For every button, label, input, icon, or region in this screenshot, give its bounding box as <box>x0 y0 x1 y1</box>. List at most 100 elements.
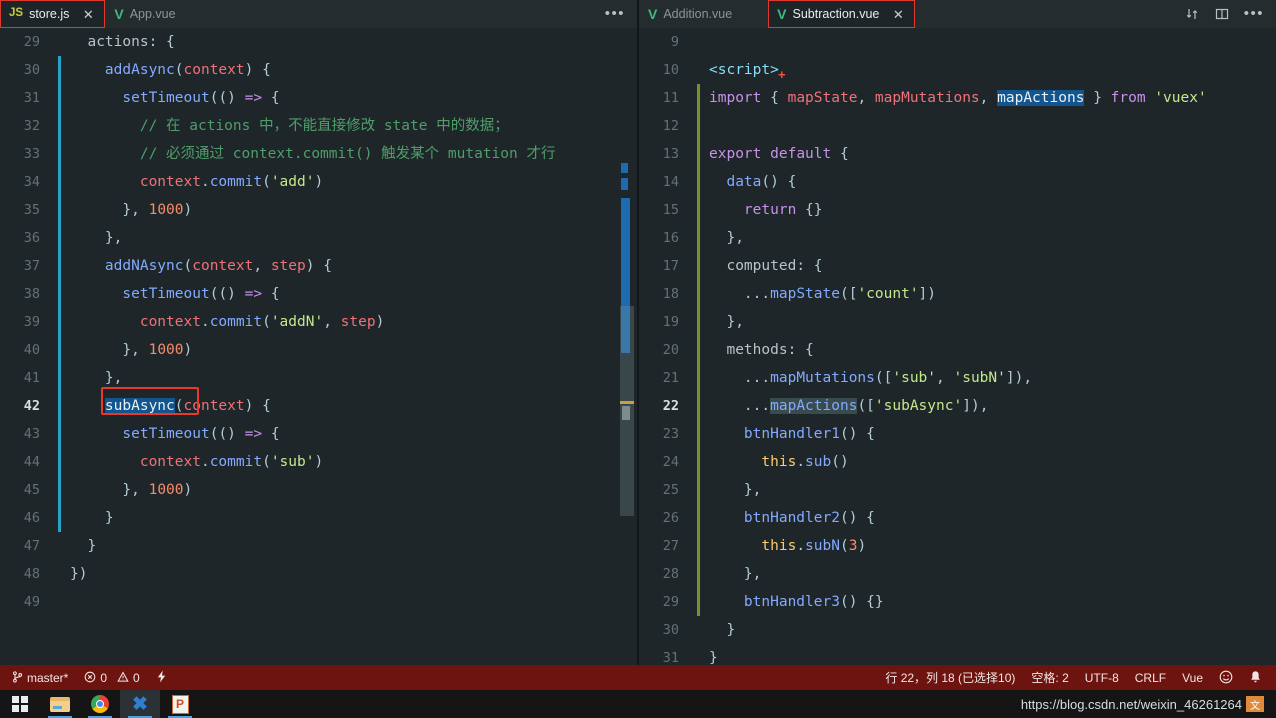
line-number: 34 <box>23 174 40 190</box>
code-line: 16 }, <box>639 224 1276 252</box>
vue-file-icon: V <box>114 6 124 22</box>
split-editor-icon[interactable] <box>1214 6 1230 22</box>
code-text: }, <box>104 370 123 386</box>
code-text: addAsync(context) { <box>104 62 271 78</box>
line-number: 9 <box>670 34 679 50</box>
powerpoint-button[interactable]: P <box>160 690 200 718</box>
left-editor-tabbar: JS store.js ✕ V App.vue ✕ ••• <box>0 0 637 28</box>
line-number: 25 <box>662 482 679 498</box>
tab-label: Addition.vue <box>663 7 733 21</box>
line-number: 45 <box>23 482 40 498</box>
tab-store-js[interactable]: JS store.js ✕ <box>0 0 106 28</box>
status-indentation[interactable]: 空格: 2 <box>1023 665 1076 690</box>
code-text: }, <box>743 482 762 498</box>
code-text: ...mapActions(['subAsync']), <box>743 398 989 414</box>
line-number: 10 <box>662 62 679 78</box>
chrome-button[interactable] <box>80 690 120 718</box>
code-text: }) <box>70 566 88 582</box>
line-number: 35 <box>23 202 40 218</box>
code-text: actions: { <box>87 34 175 50</box>
gutter-change-bar <box>697 112 700 140</box>
close-icon[interactable]: ✕ <box>81 8 95 21</box>
tab-subtraction-vue[interactable]: V Subtraction.vue ✕ <box>768 0 916 28</box>
code-line: 45 }, 1000) <box>0 476 637 504</box>
status-encoding[interactable]: UTF-8 <box>1077 665 1127 690</box>
code-line: 30 addAsync(context) { <box>0 56 637 84</box>
warning-count: 0 <box>133 670 140 685</box>
code-line: 18 ...mapState(['count']) <box>639 280 1276 308</box>
code-line: 42 subAsync(context) { <box>0 392 637 420</box>
line-number: 16 <box>662 230 679 246</box>
status-problems[interactable]: 0 0 <box>76 665 147 690</box>
folder-icon <box>50 696 70 712</box>
code-text: addNAsync(context, step) { <box>104 258 332 274</box>
error-icon <box>84 671 96 685</box>
line-number: 30 <box>23 62 40 78</box>
split-vertical-icon[interactable] <box>1184 6 1200 22</box>
cursor-position-text: 行 22，列 18 (已选择10) <box>885 671 1016 685</box>
status-eol[interactable]: CRLF <box>1127 665 1174 690</box>
status-language-mode[interactable]: Vue <box>1174 665 1211 690</box>
code-text: import { mapState, mapMutations, mapActi… <box>709 90 1207 106</box>
code-line: 11 import { mapState, mapMutations, mapAc… <box>639 84 1276 112</box>
line-number: 26 <box>662 510 679 526</box>
tab-app-vue[interactable]: V App.vue ✕ <box>105 0 211 28</box>
editor-subtraction-vue[interactable]: 9 10 <script> 11 import { mapState, mapMutat… <box>639 28 1276 665</box>
code-line: 44 context.commit('sub') <box>0 448 637 476</box>
line-number: 43 <box>23 426 40 442</box>
code-line: 26 btnHandler2() { <box>639 504 1276 532</box>
start-button[interactable] <box>0 690 40 718</box>
tab-addition-vue[interactable]: V Addition.vue ✕ <box>639 0 768 28</box>
code-line: 36 }, <box>0 224 637 252</box>
code-line: 39 context.commit('addN', step) <box>0 308 637 336</box>
line-number: 41 <box>23 370 40 386</box>
code-text: }, 1000) <box>122 482 193 498</box>
line-number: 17 <box>662 258 679 274</box>
line-number: 18 <box>662 286 679 302</box>
code-lines-left: 29 actions: {30 addAsync(context) {31 se… <box>0 28 637 616</box>
close-icon[interactable]: ✕ <box>891 8 905 21</box>
code-line: 29 actions: { <box>0 28 637 56</box>
line-number: 23 <box>662 426 679 442</box>
status-cursor-position[interactable]: 行 22，列 18 (已选择10) <box>877 665 1023 690</box>
status-notifications[interactable] <box>1241 665 1270 690</box>
status-live-share[interactable] <box>148 665 175 690</box>
windows-logo-icon <box>12 696 28 712</box>
code-line: 9 <box>639 28 1276 56</box>
error-plus-marker: + <box>778 67 786 82</box>
more-actions-icon[interactable]: ••• <box>1244 6 1264 21</box>
status-feedback[interactable] <box>1211 665 1241 690</box>
line-number: 15 <box>662 202 679 218</box>
code-line: 20 methods: { <box>639 336 1276 364</box>
code-text: return {} <box>743 202 823 218</box>
line-number: 14 <box>662 174 679 190</box>
csdn-logo-icon: 文 <box>1246 696 1264 712</box>
watermark: https://blog.csdn.net/weixin_46261264 文 <box>1021 690 1264 718</box>
vscode-button[interactable]: ✖ <box>120 690 160 718</box>
code-line: 46 } <box>0 504 637 532</box>
line-number: 22 <box>662 398 679 414</box>
line-number: 31 <box>23 90 40 106</box>
code-line: 27 this.subN(3) <box>639 532 1276 560</box>
code-line: 29 btnHandler3() {} <box>639 588 1276 616</box>
more-actions-icon[interactable]: ••• <box>605 6 625 21</box>
right-editor-tabbar: V Addition.vue ✕ V Subtraction.vue ✕ <box>639 0 1276 28</box>
code-line: 10 <script> <box>639 56 1276 84</box>
live-share-icon <box>156 670 167 685</box>
code-text: export default { <box>709 146 849 162</box>
line-number: 28 <box>662 566 679 582</box>
code-line: 31 setTimeout(() => { <box>0 84 637 112</box>
status-branch[interactable]: master* <box>4 665 76 690</box>
file-explorer-button[interactable] <box>40 690 80 718</box>
vue-file-icon: V <box>648 6 658 22</box>
code-text: }, 1000) <box>122 342 193 358</box>
status-bar: master* 0 0 行 22，列 18 (已选择10) 空格: 2 UTF-… <box>0 665 1276 690</box>
vscode-icon: ✖ <box>132 693 148 715</box>
code-text: }, 1000) <box>122 202 193 218</box>
code-text: // 在 actions 中，不能直接修改 state 中的数据； <box>139 118 509 134</box>
code-text: } <box>87 538 97 554</box>
language-text: Vue <box>1182 670 1203 685</box>
editor-store-js[interactable]: 29 actions: {30 addAsync(context) {31 se… <box>0 28 637 665</box>
line-number: 27 <box>662 538 679 554</box>
code-line: 14 data() { <box>639 168 1276 196</box>
